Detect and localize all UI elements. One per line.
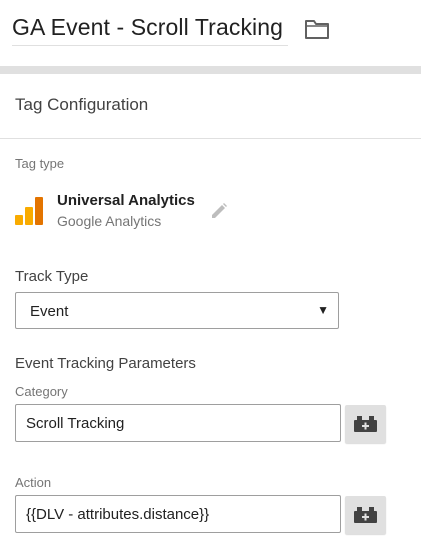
variable-block-icon	[354, 416, 377, 432]
header-shadow-divider	[0, 66, 421, 74]
tag-header: GA Event - Scroll Tracking	[0, 0, 421, 66]
folder-icon[interactable]	[304, 18, 330, 40]
tag-configuration-card: Tag Configuration Tag type Universal Ana…	[0, 74, 421, 554]
tag-type-label: Tag type	[15, 156, 65, 171]
tag-type-name: Universal Analytics	[57, 192, 195, 209]
track-type-select[interactable]: Event ▼	[15, 292, 339, 329]
event-tracking-params-title: Event Tracking Parameters	[15, 355, 196, 372]
action-label: Action	[15, 475, 52, 490]
universal-analytics-logo-icon	[15, 197, 43, 225]
category-label: Category	[15, 384, 68, 399]
action-variable-button[interactable]	[345, 496, 386, 534]
category-input[interactable]	[15, 404, 341, 442]
card-title: Tag Configuration	[15, 95, 149, 114]
track-type-label: Track Type	[15, 268, 89, 285]
action-input[interactable]	[15, 495, 341, 533]
pencil-icon[interactable]	[210, 202, 228, 220]
category-variable-button[interactable]	[345, 405, 386, 443]
track-type-value: Event	[30, 303, 69, 320]
variable-block-icon	[354, 507, 377, 523]
dropdown-arrow-icon: ▼	[317, 303, 329, 317]
tag-type-vendor: Google Analytics	[57, 213, 162, 229]
card-divider	[0, 138, 421, 139]
tag-name-field[interactable]: GA Event - Scroll Tracking	[12, 14, 288, 46]
